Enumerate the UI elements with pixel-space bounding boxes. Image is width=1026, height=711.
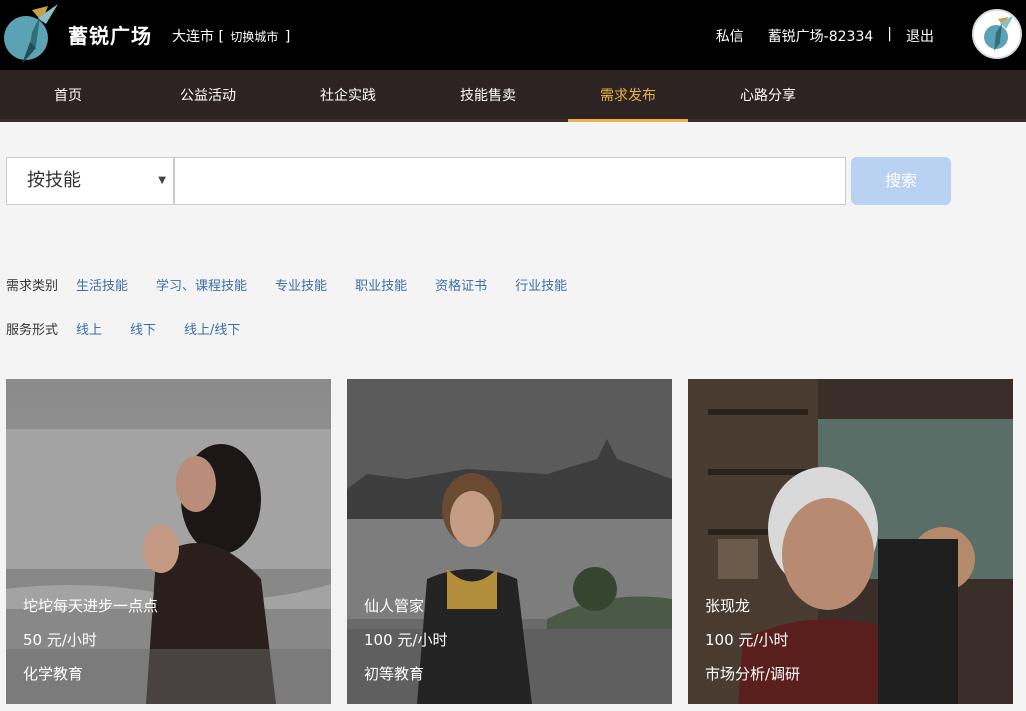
demand-card[interactable]: 张现龙 100 元/小时 市场分析/调研: [688, 379, 1013, 704]
filter-professional-skills[interactable]: 专业技能: [275, 275, 327, 294]
top-header: 蓄锐广场 大连市 [ 切换城市 ] 私信 蓄锐广场-82334 | 退出: [0, 0, 1026, 70]
service-filter: 服务形式 线上 线下 线上/线下: [6, 319, 268, 338]
hummingbird-logo-icon[interactable]: [2, 2, 64, 66]
category-filter-label: 需求类别: [6, 279, 59, 294]
filter-online[interactable]: 线上: [76, 319, 102, 338]
city-bracket-open: [: [218, 29, 224, 45]
hummingbird-avatar-icon[interactable]: [972, 9, 1022, 59]
nav-charity[interactable]: 公益活动: [148, 70, 268, 122]
search-type-value: 按技能: [27, 170, 81, 191]
demand-card[interactable]: 仙人管家 100 元/小时 初等教育: [347, 379, 672, 704]
card-price: 100 元/小时: [364, 631, 448, 649]
demand-card[interactable]: 坨坨每天进步一点点 50 元/小时 化学教育: [6, 379, 331, 704]
messages-link[interactable]: 私信: [716, 26, 744, 46]
filter-offline[interactable]: 线下: [130, 319, 156, 338]
logout-link[interactable]: 退出: [906, 26, 934, 46]
username-link[interactable]: 蓄锐广场-82334: [768, 26, 874, 46]
filter-certificates[interactable]: 资格证书: [435, 275, 487, 294]
card-name: 坨坨每天进步一点点: [23, 597, 159, 615]
card-photo-beach: [6, 379, 331, 704]
filter-study-skills[interactable]: 学习、课程技能: [156, 275, 247, 294]
search-input[interactable]: [174, 157, 846, 205]
city-bracket-close: ]: [284, 29, 291, 45]
nav-sharing[interactable]: 心路分享: [708, 70, 828, 122]
card-category: 初等教育: [364, 665, 425, 683]
nav-demand-post[interactable]: 需求发布: [568, 70, 688, 122]
card-name: 张现龙: [705, 597, 751, 615]
current-city: 大连市 [ 切换城市 ]: [172, 26, 290, 46]
search-type-select[interactable]: 按技能 ▼: [6, 157, 174, 205]
user-links: 私信 蓄锐广场-82334 | 退出: [716, 26, 934, 46]
separator: |: [887, 26, 892, 42]
switch-city-link[interactable]: 切换城市: [230, 30, 278, 44]
main-nav: 首页 公益活动 社企实践 技能售卖 需求发布 心路分享: [0, 70, 1026, 122]
filter-industry-skills[interactable]: 行业技能: [515, 275, 567, 294]
card-category: 市场分析/调研: [705, 665, 801, 683]
card-photo-river: [347, 379, 672, 704]
brand-name[interactable]: 蓄锐广场: [68, 20, 152, 49]
card-category: 化学教育: [23, 665, 84, 683]
card-price: 100 元/小时: [705, 631, 789, 649]
filter-online-offline[interactable]: 线上/线下: [184, 319, 240, 338]
caret-down-icon: ▼: [158, 175, 166, 186]
card-price: 50 元/小时: [23, 631, 97, 649]
service-filter-label: 服务形式: [6, 323, 59, 338]
category-filter: 需求类别 生活技能 学习、课程技能 专业技能 职业技能 资格证书 行业技能: [6, 275, 595, 294]
city-name: 大连市: [172, 29, 214, 45]
card-photo-office: [688, 379, 1013, 704]
nav-home[interactable]: 首页: [8, 70, 128, 122]
nav-skill-sale[interactable]: 技能售卖: [428, 70, 548, 122]
nav-social-practice[interactable]: 社企实践: [288, 70, 408, 122]
filter-vocational-skills[interactable]: 职业技能: [355, 275, 407, 294]
card-name: 仙人管家: [364, 597, 425, 615]
filter-life-skills[interactable]: 生活技能: [76, 275, 128, 294]
search-button[interactable]: 搜索: [851, 157, 951, 205]
